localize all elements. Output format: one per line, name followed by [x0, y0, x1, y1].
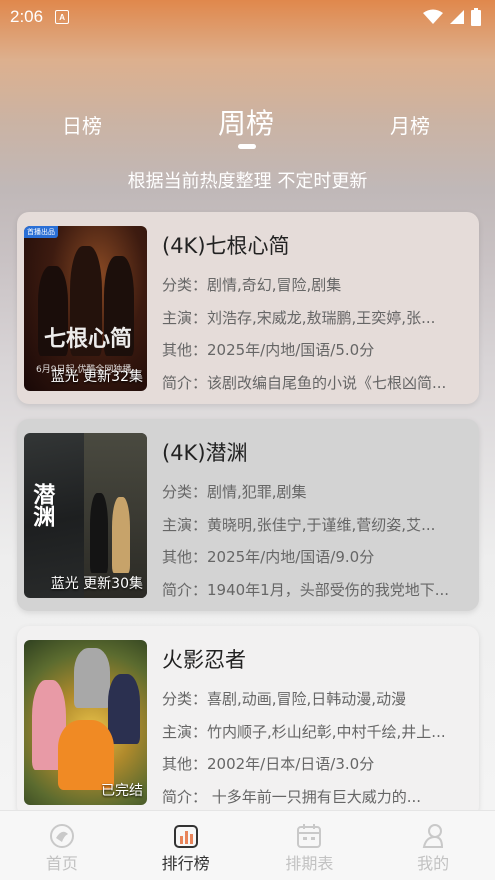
episode-badge: 蓝光 更新32集 [50, 369, 143, 385]
ranking-subtitle: 根据当前热度整理 不定时更新 [127, 171, 368, 192]
ranking-card[interactable]: 已完结 火影忍者 分类：喜剧,动画,冒险,日韩动漫,动漫 主演：竹内顺子,杉山纪… [17, 626, 479, 818]
app-notification-icon: A [55, 10, 70, 24]
status-badge: 已完结 [101, 783, 143, 799]
nav-ranking-label: 排行榜 [161, 854, 210, 873]
ranking-icon [173, 825, 198, 848]
nav-ranking[interactable]: 排行榜 [131, 823, 241, 874]
nav-schedule[interactable]: 排期表 [254, 823, 364, 874]
ranking-card[interactable]: 首播出品 七根心简 6月9日起 优酷全网独播 蓝光 更新32集 (4K)七根心简… [17, 212, 479, 404]
poster-image: 首播出品 七根心简 6月9日起 优酷全网独播 蓝光 更新32集 [24, 226, 147, 391]
item-info: (4K)潜渊 分类：剧情,犯罪,剧集 主演：黄晓明,张佳宁,于谨维,菅纫姿,艾.… [162, 437, 474, 606]
item-title: (4K)潜渊 [162, 441, 248, 465]
home-icon [49, 824, 74, 848]
item-other: 其他：2002年/日本/日语/3.0分 [162, 755, 375, 773]
item-other: 其他：2025年/内地/国语/9.0分 [162, 548, 375, 566]
poster-image: 潜渊 蓝光 更新30集 [24, 433, 147, 598]
poster-figure [74, 648, 110, 708]
period-tabs: 日榜 周榜 月榜 [0, 100, 495, 150]
calendar-icon [297, 824, 322, 848]
item-cast: 主演：竹内顺子,杉山纪彰,中村千绘,井上... [162, 722, 446, 741]
poster-tag: 首播出品 [24, 226, 58, 238]
item-info: 火影忍者 分类：喜剧,动画,冒险,日韩动漫,动漫 主演：竹内顺子,杉山纪彰,中村… [162, 644, 474, 813]
tab-active-indicator [238, 144, 256, 149]
wifi-icon [423, 9, 443, 24]
poster-title-art: 潜渊 [29, 483, 56, 527]
nav-profile[interactable]: 我的 [378, 823, 488, 874]
tab-weekly[interactable]: 周榜 [218, 102, 274, 142]
bottom-nav: 首页 排行榜 排期表 我的 [0, 810, 495, 880]
item-genre: 分类：剧情,犯罪,剧集 [162, 483, 307, 501]
ranking-list: 首播出品 七根心简 6月9日起 优酷全网独播 蓝光 更新32集 (4K)七根心简… [17, 212, 479, 833]
nav-schedule-label: 排期表 [285, 854, 334, 873]
item-info: (4K)七根心简 分类：剧情,奇幻,冒险,剧集 主演：刘浩存,宋威龙,敖瑞鹏,王… [162, 230, 474, 399]
item-title: 火影忍者 [162, 648, 246, 672]
status-time: 2:06 [10, 7, 44, 26]
item-other: 其他：2025年/内地/国语/5.0分 [162, 341, 375, 359]
episode-badge: 蓝光 更新30集 [50, 576, 143, 592]
item-genre: 分类：喜剧,动画,冒险,日韩动漫,动漫 [162, 690, 407, 708]
poster-image: 已完结 [24, 640, 147, 805]
nav-home[interactable]: 首页 [7, 823, 117, 874]
signal-icon [450, 10, 464, 24]
item-title: (4K)七根心简 [162, 234, 290, 258]
item-genre: 分类：剧情,奇幻,冒险,剧集 [162, 276, 342, 294]
item-cast: 主演：刘浩存,宋威龙,敖瑞鹏,王奕婷,张... [162, 308, 436, 327]
tab-daily[interactable]: 日榜 [62, 110, 102, 139]
status-bar: 2:06 A [0, 0, 495, 34]
profile-icon [422, 824, 444, 848]
poster-figure [112, 497, 130, 573]
tab-monthly[interactable]: 月榜 [390, 110, 430, 139]
nav-home-label: 首页 [45, 854, 78, 873]
poster-figure [90, 493, 108, 573]
item-intro: 简介： 十多年前一只拥有巨大威力的... [162, 787, 422, 806]
poster-figure [108, 674, 140, 744]
ranking-card[interactable]: 潜渊 蓝光 更新30集 (4K)潜渊 分类：剧情,犯罪,剧集 主演：黄晓明,张佳… [17, 419, 479, 611]
item-intro: 简介：该剧改编自尾鱼的小说《七根凶简... [162, 373, 447, 392]
poster-title-art: 七根心简 [44, 326, 133, 352]
nav-profile-label: 我的 [417, 854, 450, 873]
item-cast: 主演：黄晓明,张佳宁,于谨维,菅纫姿,艾... [162, 515, 436, 534]
battery-icon [471, 8, 481, 26]
item-intro: 简介：1940年1月，头部受伤的我党地下... [162, 580, 450, 599]
